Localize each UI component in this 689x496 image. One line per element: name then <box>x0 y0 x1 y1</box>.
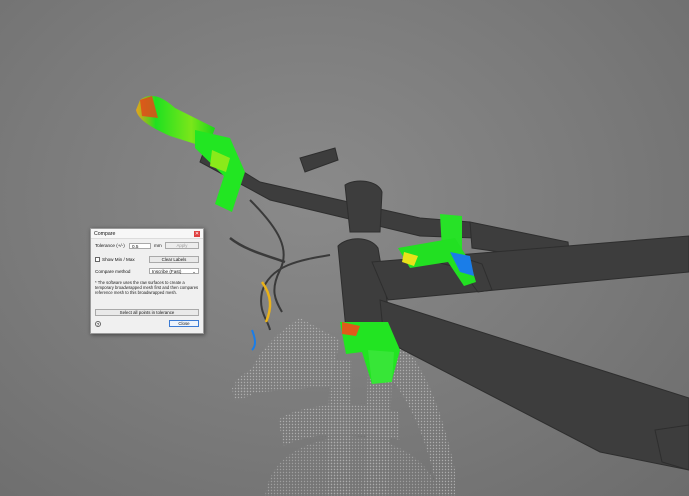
dialog-title: Compare <box>94 230 116 237</box>
close-button[interactable]: Close <box>169 320 199 327</box>
compare-method-row: Compare method Inscribe (Fast) ⌄ <box>95 268 199 274</box>
compare-method-label: Compare method <box>95 268 131 274</box>
select-all-row: Select all points in tolerance <box>95 309 199 316</box>
frame-mesh <box>199 147 689 471</box>
help-icon[interactable]: ? <box>95 320 101 327</box>
close-icon[interactable]: ✕ <box>194 230 200 237</box>
show-min-max-row: Show Min / Max Clear Labels <box>95 256 199 263</box>
compare-note: * The software uses the raw surfaces to … <box>95 280 199 296</box>
compare-dialog: Compare ✕ Tolerance (+/-) 0.5 mm Apply S… <box>90 228 204 334</box>
apply-button[interactable]: Apply <box>165 242 199 249</box>
tolerance-input[interactable]: 0.5 <box>129 242 151 249</box>
tolerance-label: Tolerance (+/-) <box>95 243 125 248</box>
footer-row: ? Close <box>95 320 199 327</box>
show-min-max-checkbox[interactable] <box>95 257 100 262</box>
dialog-titlebar: Compare ✕ <box>91 229 203 239</box>
compare-method-value: Inscribe (Fast) <box>152 269 182 274</box>
clear-labels-button[interactable]: Clear Labels <box>149 256 199 263</box>
tolerance-unit: mm <box>154 243 162 248</box>
show-min-max-label: Show Min / Max <box>102 257 135 262</box>
select-all-in-tolerance-button[interactable]: Select all points in tolerance <box>95 309 199 316</box>
compare-method-select[interactable]: Inscribe (Fast) ⌄ <box>149 268 199 274</box>
chevron-down-icon: ⌄ <box>192 269 196 274</box>
tolerance-row: Tolerance (+/-) 0.5 mm Apply <box>95 242 199 249</box>
